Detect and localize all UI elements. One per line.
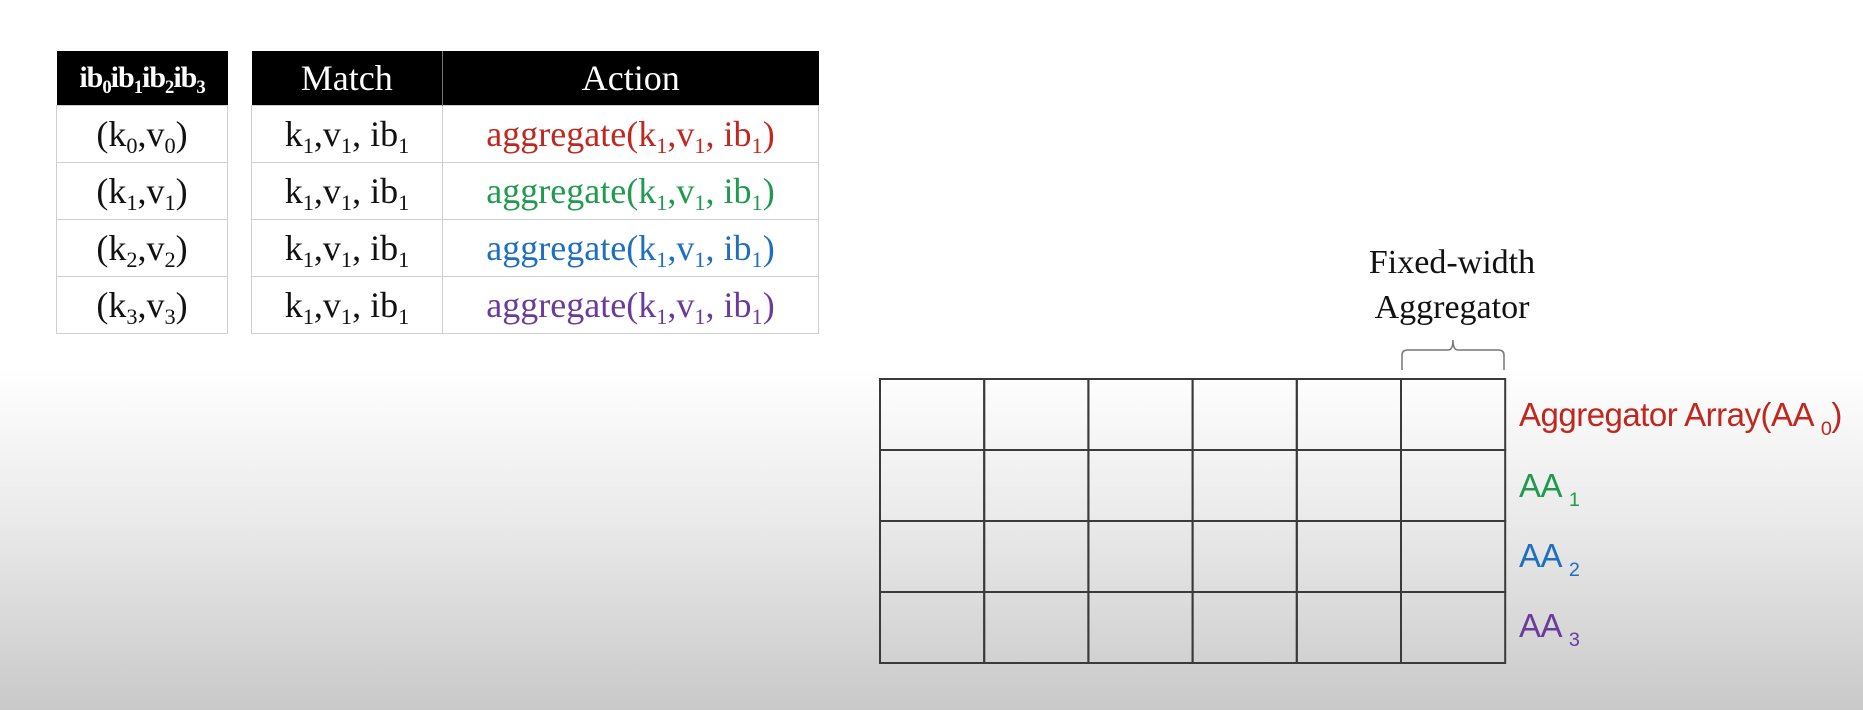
aggregator-array-label: Aggregator Array(AA 0) xyxy=(1519,396,1842,440)
aggregator-cell xyxy=(1400,378,1507,451)
aggregator-cell xyxy=(879,378,986,451)
aggregator-array-label: AA 1 xyxy=(1519,467,1580,511)
aggregator-cell xyxy=(1295,378,1403,451)
aggregator-cell xyxy=(1087,378,1194,451)
fixed-width-aggregator-label: Fixed-width Aggregator xyxy=(1300,240,1604,330)
aggregator-cell xyxy=(983,520,1090,593)
brace-label-line2: Aggregator xyxy=(1374,289,1530,326)
aggregator-cell xyxy=(1400,520,1507,593)
aggregator-cell xyxy=(879,591,986,664)
aggregator-cell xyxy=(1087,591,1194,664)
aggregator-cell xyxy=(1295,520,1403,593)
aggregator-grid xyxy=(879,378,1507,664)
aggregator-cell xyxy=(1191,378,1298,451)
aggregator-cell xyxy=(983,449,1090,522)
aggregator-cell xyxy=(983,591,1090,664)
aggregator-cell xyxy=(879,520,986,593)
aggregator-cell xyxy=(1191,449,1298,522)
aggregator-array-label: AA 2 xyxy=(1519,537,1580,581)
aggregator-array-label: AA 3 xyxy=(1519,607,1580,651)
aggregator-cell xyxy=(1400,591,1507,664)
aggregator-diagram xyxy=(879,339,1507,664)
aggregator-cell xyxy=(1087,449,1194,522)
aggregator-cell xyxy=(1400,449,1507,522)
aggregator-cell xyxy=(1295,449,1403,522)
fixed-width-brace xyxy=(1401,339,1505,370)
aggregator-cell xyxy=(1087,520,1194,593)
aggregator-cell xyxy=(983,378,1090,451)
brace-label-line1: Fixed-width xyxy=(1368,244,1536,281)
aggregator-cell xyxy=(1191,520,1298,593)
aggregator-cell xyxy=(1191,591,1298,664)
aggregator-cell xyxy=(879,449,986,522)
aggregator-cell xyxy=(1295,591,1403,664)
